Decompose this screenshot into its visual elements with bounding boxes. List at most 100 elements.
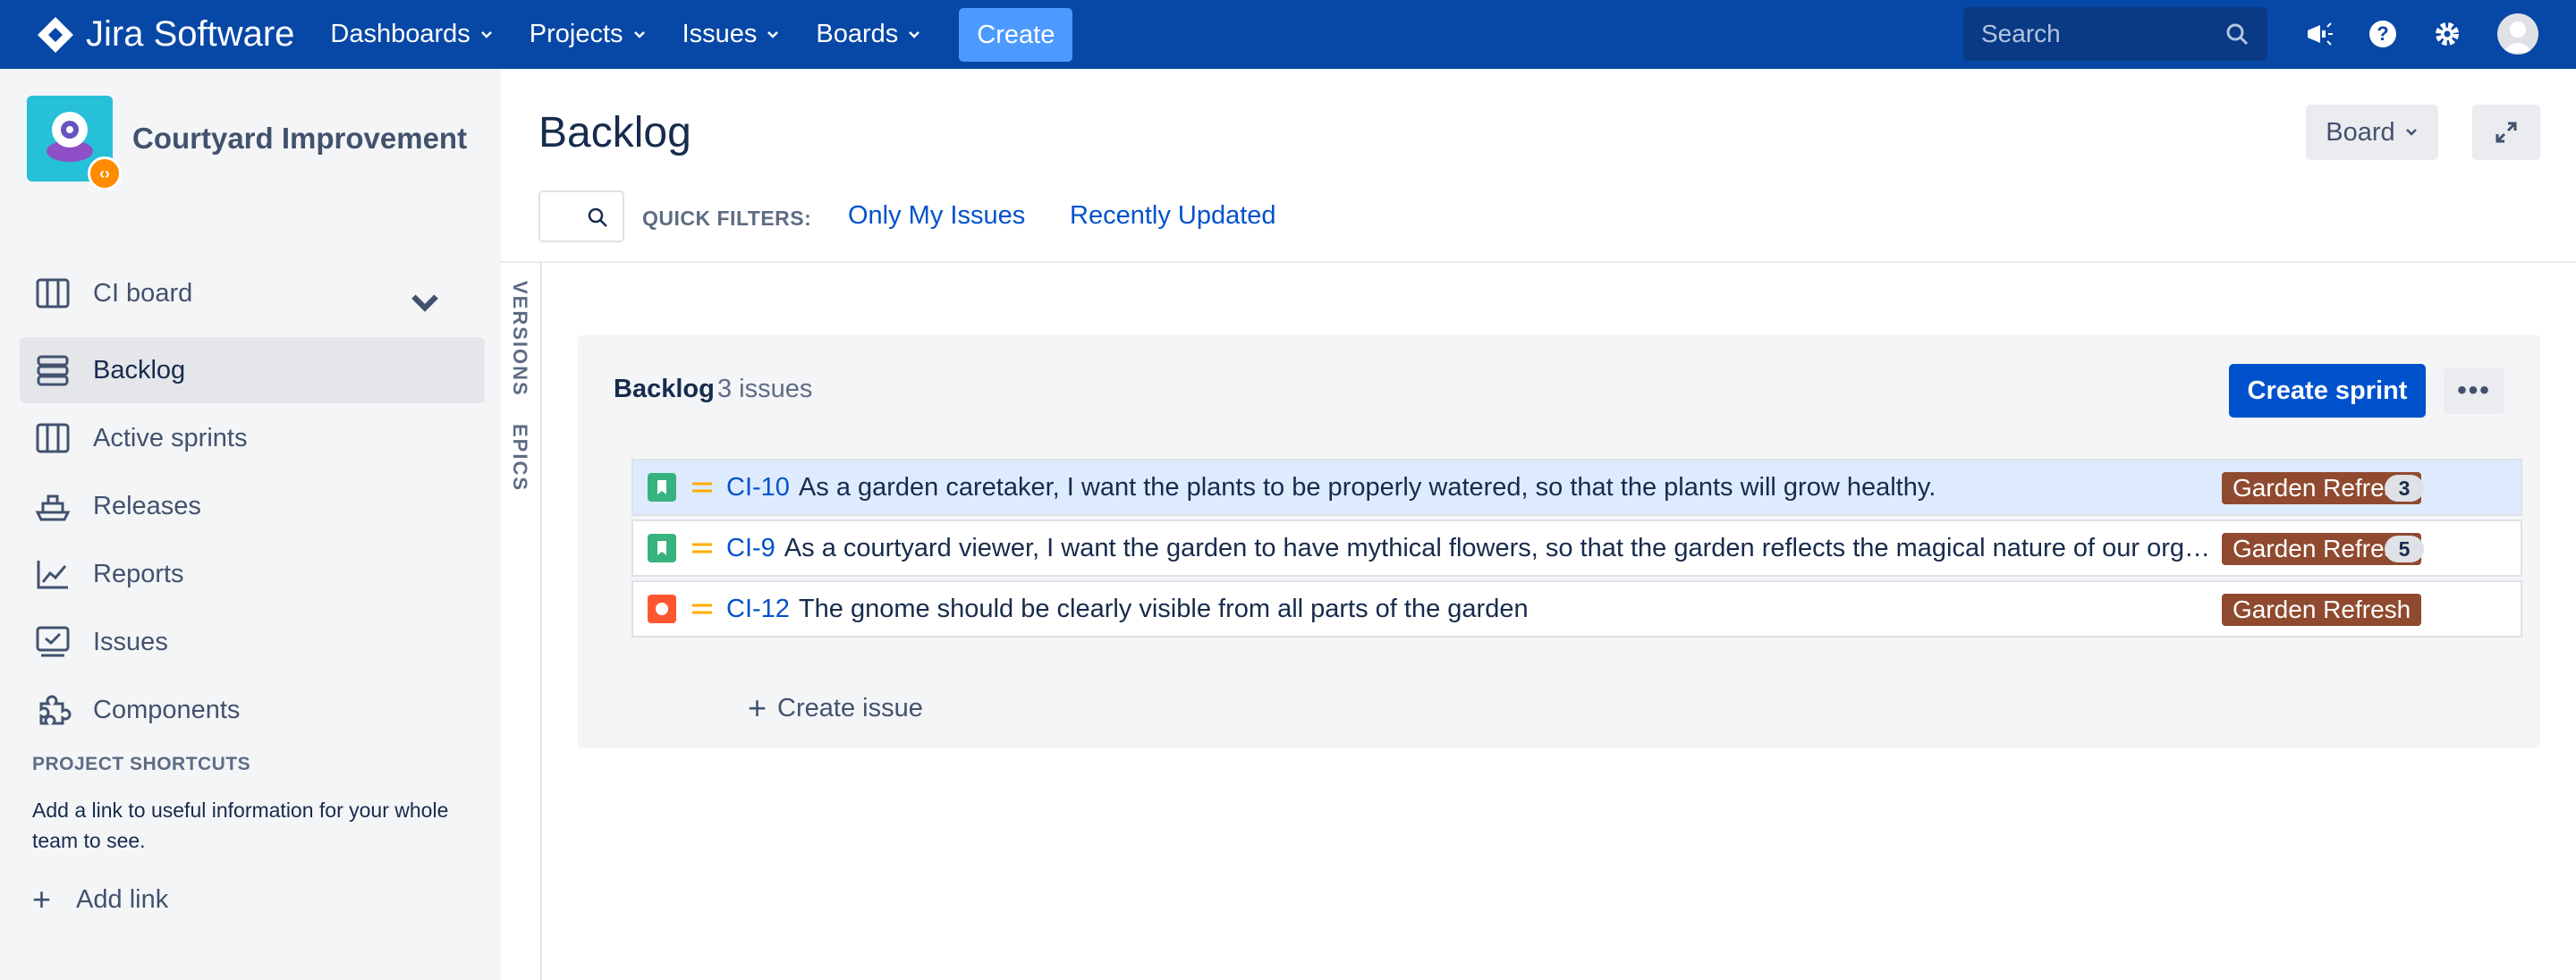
project-avatar: ‹› (27, 96, 122, 190)
issue-row[interactable]: CI-10 As a garden caretaker, I want the … (631, 459, 2522, 516)
project-name: Courtyard Improvement (132, 122, 468, 155)
epic-label: Garden Refresh (2222, 594, 2422, 626)
backlog-issue-count: 3 issues (717, 375, 813, 403)
issue-row[interactable]: CI-12 The gnome should be clearly visibl… (631, 580, 2522, 638)
more-actions-button[interactable]: ••• (2444, 368, 2504, 414)
plus-icon: + (32, 881, 52, 917)
megaphone-icon[interactable] (2302, 18, 2334, 50)
story-points-badge: 3 (2385, 475, 2424, 502)
board-selector-label: CI board (93, 278, 193, 308)
brand-name: Jira Software (86, 14, 295, 54)
sidebar-item-releases[interactable]: Releases (20, 473, 485, 539)
sidebar-item-active-sprints[interactable]: Active sprints (20, 405, 485, 471)
side-tabs: VERSIONS EPICS (501, 263, 542, 980)
chevron-down-icon (633, 30, 645, 38)
priority-medium-icon (692, 604, 712, 614)
issue-key[interactable]: CI-9 (726, 534, 775, 563)
divider (501, 261, 2576, 263)
add-link-button[interactable]: + Add link (32, 881, 168, 918)
add-link-label: Add link (76, 884, 169, 914)
ship-icon (35, 494, 71, 521)
gear-icon[interactable] (2431, 18, 2463, 50)
board-icon (36, 423, 70, 453)
user-avatar[interactable] (2497, 13, 2538, 55)
filter-only-my-issues[interactable]: Only My Issues (848, 201, 1025, 231)
nav-boards-label: Boards (816, 20, 899, 48)
issue-row[interactable]: CI-9 As a courtyard viewer, I want the g… (631, 520, 2522, 577)
backlog-icon (37, 355, 69, 386)
search-placeholder: Search (1981, 20, 2061, 47)
plus-icon: + (748, 689, 767, 726)
sidebar-item-label: Reports (93, 559, 184, 588)
shortcuts-description: Add a link to useful information for you… (32, 798, 449, 852)
fullscreen-button[interactable] (2472, 105, 2540, 160)
nav-projects[interactable]: Projects (530, 20, 647, 49)
chevron-down-icon (480, 30, 492, 38)
user-icon (2503, 21, 2533, 53)
chevron-down-icon (2405, 129, 2417, 136)
search-icon (588, 207, 607, 227)
create-sprint-button[interactable]: Create sprint (2229, 364, 2426, 418)
help-icon[interactable]: ? (2367, 18, 2399, 50)
issues-icon (36, 626, 70, 657)
priority-medium-icon (692, 482, 712, 493)
nav-projects-label: Projects (529, 20, 623, 48)
create-button[interactable]: Create (959, 7, 1073, 62)
board-dropdown-button[interactable]: Board (2306, 105, 2438, 160)
sidebar-item-issues[interactable]: Issues (20, 609, 485, 675)
issue-summary: The gnome should be clearly visible from… (798, 594, 1529, 623)
tab-versions[interactable]: VERSIONS (508, 281, 531, 397)
nav-issues-label: Issues (682, 20, 758, 48)
nav-issues[interactable]: Issues (682, 20, 781, 49)
project-header[interactable]: ‹› Courtyard Improvement (27, 96, 468, 190)
quick-filters-label: QUICK FILTERS: (642, 207, 812, 230)
project-sidebar: ‹› Courtyard Improvement CI board Backlo… (0, 69, 501, 980)
issue-summary: As a courtyard viewer, I want the garden… (784, 533, 2216, 562)
chevron-down-icon (411, 294, 438, 312)
nav-dashboards-label: Dashboards (330, 20, 470, 48)
tab-epics[interactable]: EPICS (508, 424, 531, 492)
sidebar-item-label: Active sprints (93, 423, 248, 452)
sidebar-item-label: Issues (93, 627, 168, 656)
story-icon (648, 534, 676, 562)
nav-dashboards[interactable]: Dashboards (330, 20, 493, 49)
board-icon (36, 278, 70, 308)
issue-key[interactable]: CI-10 (726, 473, 790, 503)
quick-filter-search[interactable] (538, 190, 624, 242)
main-content: Backlog Board QUICK FILTERS: Only My Iss… (501, 69, 2576, 980)
code-badge-icon: ‹› (88, 156, 122, 190)
issue-summary: As a garden caretaker, I want the plants… (798, 472, 1936, 502)
priority-medium-icon (692, 543, 712, 553)
create-issue-button[interactable]: + Create issue (748, 689, 923, 727)
nav-boards[interactable]: Boards (816, 20, 921, 49)
create-issue-label: Create issue (777, 693, 923, 722)
bug-icon (648, 595, 676, 623)
jira-diamond-icon (38, 16, 73, 53)
board-dropdown-label: Board (2326, 117, 2395, 147)
issue-key[interactable]: CI-12 (726, 595, 790, 624)
sidebar-item-label: Releases (93, 491, 201, 520)
story-points-badge: 5 (2385, 536, 2424, 562)
chevron-down-icon (767, 30, 779, 38)
shortcuts-title: PROJECT SHORTCUTS (32, 754, 251, 774)
sidebar-item-label: Components (93, 695, 241, 724)
expand-icon (2496, 122, 2517, 143)
sidebar-item-reports[interactable]: Reports (20, 541, 485, 607)
search-input[interactable]: Search (1963, 7, 2267, 61)
sidebar-item-components[interactable]: Components (20, 677, 485, 743)
backlog-container: Backlog 3 issues Create sprint ••• CI-10… (578, 335, 2540, 748)
backlog-title: Backlog (614, 375, 715, 403)
filter-recently-updated[interactable]: Recently Updated (1070, 201, 1276, 231)
sidebar-item-backlog[interactable]: Backlog (20, 337, 485, 403)
search-icon (2226, 23, 2249, 46)
sidebar-item-label: Backlog (93, 355, 186, 384)
chart-icon (37, 561, 68, 589)
story-icon (648, 473, 676, 502)
page-title: Backlog (538, 109, 691, 156)
jira-logo[interactable]: Jira Software (36, 14, 294, 55)
top-navigation: Jira Software Dashboards Projects Issues… (0, 0, 2576, 69)
board-selector[interactable]: CI board (20, 260, 485, 326)
puzzle-icon (39, 695, 72, 725)
svg-text:?: ? (2377, 22, 2388, 45)
chevron-down-icon (909, 30, 920, 38)
